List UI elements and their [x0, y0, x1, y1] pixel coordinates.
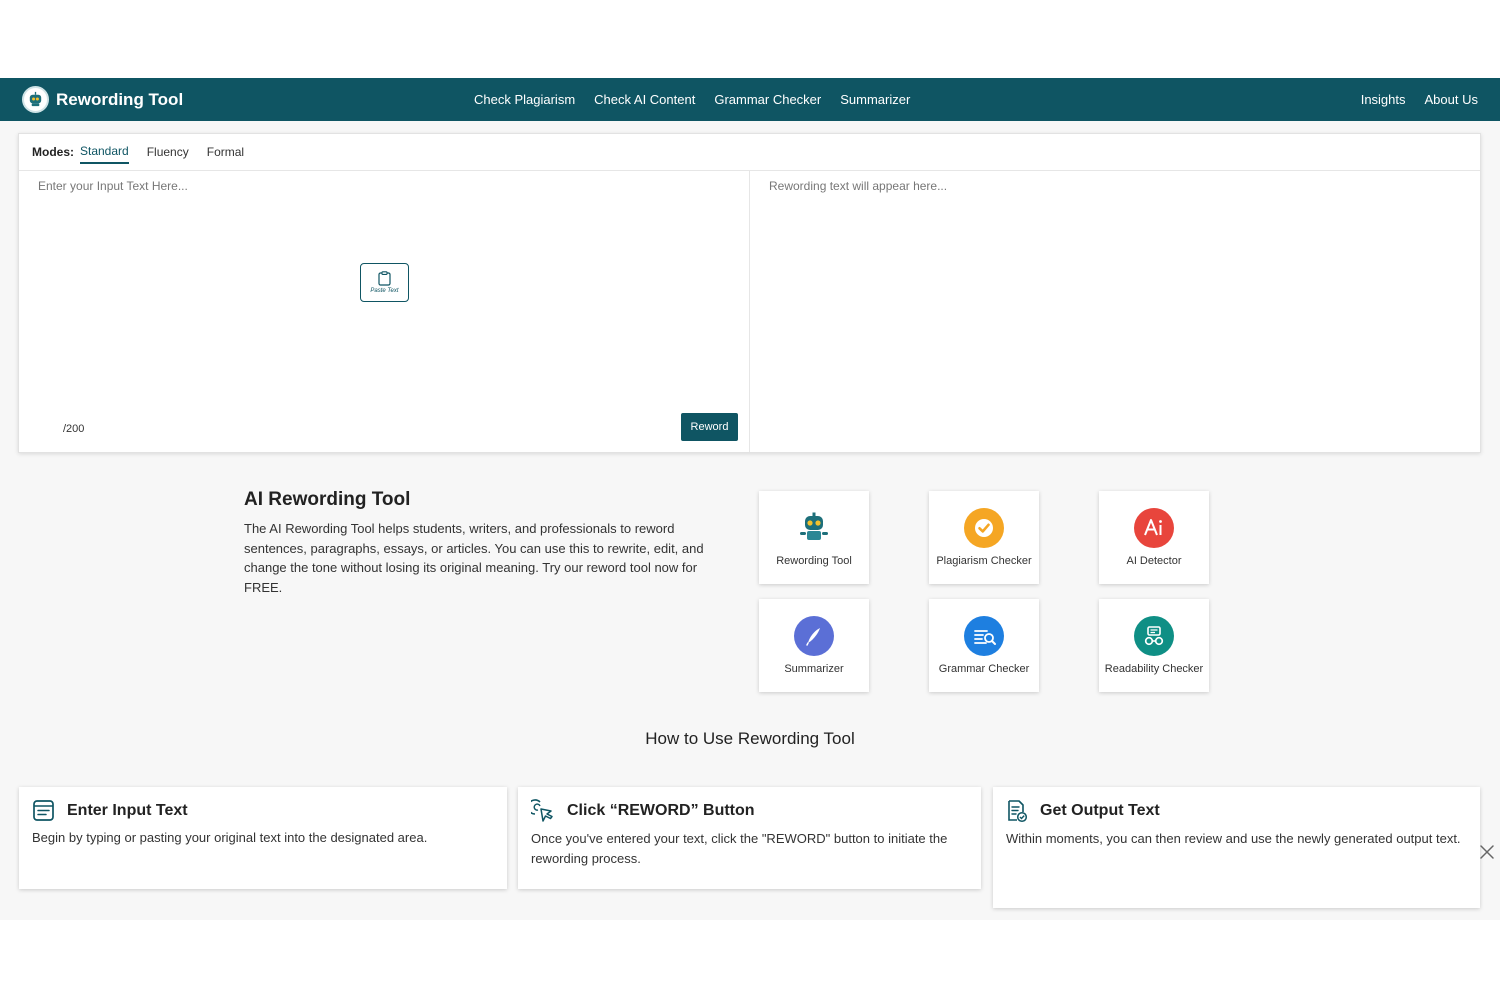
paste-text-label: Paste Text	[370, 288, 399, 294]
nav-check-ai-content[interactable]: Check AI Content	[594, 92, 695, 107]
nav-insights[interactable]: Insights	[1361, 92, 1406, 107]
robot-logo-icon	[22, 86, 49, 113]
word-counter: /200	[63, 423, 85, 435]
step-title: Click “REWORD” Button	[567, 802, 755, 819]
ai-icon	[1134, 508, 1174, 548]
tool-card-summarizer[interactable]: Summarizer	[759, 599, 869, 692]
tool-label: Grammar Checker	[938, 663, 1030, 675]
step-card-click-reword: Click “REWORD” Button Once you've entere…	[518, 787, 981, 889]
grammar-search-icon	[964, 616, 1004, 656]
brand[interactable]: Rewording Tool	[22, 86, 183, 113]
modes-bar: Modes: Standard Fluency Formal	[19, 134, 1480, 171]
nav-check-plagiarism[interactable]: Check Plagiarism	[474, 92, 575, 107]
step-card-enter-input: Enter Input Text Begin by typing or past…	[19, 787, 507, 889]
main-nav: Check Plagiarism Check AI Content Gramma…	[474, 78, 910, 121]
nav-about-us[interactable]: About Us	[1425, 92, 1478, 107]
tool-label: Readability Checker	[1104, 663, 1204, 675]
clipboard-icon	[378, 271, 391, 286]
output-pane: Rewording text will appear here...	[750, 171, 1480, 452]
step-text: Once you've entered your text, click the…	[531, 831, 948, 866]
tool-label: Rewording Tool	[776, 555, 852, 567]
about-title: AI Rewording Tool	[244, 489, 411, 510]
step-text: Begin by typing or pasting your original…	[32, 830, 428, 845]
tool-card-readability[interactable]: Readability Checker	[1099, 599, 1209, 692]
tool-label: Plagiarism Checker	[936, 555, 1032, 567]
mode-fluency[interactable]: Fluency	[147, 141, 189, 163]
reword-button[interactable]: Reword	[681, 413, 738, 441]
mode-standard[interactable]: Standard	[80, 140, 129, 164]
about-text: The AI Rewording Tool helps students, wr…	[244, 521, 704, 595]
check-badge-icon	[964, 508, 1004, 548]
tool-card-grammar[interactable]: Grammar Checker	[929, 599, 1039, 692]
text-input-icon	[33, 800, 54, 821]
about-section: AI Rewording Tool The AI Rewording Tool …	[244, 489, 734, 597]
document-check-icon	[1008, 800, 1028, 823]
mode-formal[interactable]: Formal	[207, 141, 244, 163]
paste-text-button[interactable]: Paste Text	[360, 263, 409, 302]
secondary-nav: Insights About Us	[1361, 78, 1478, 121]
tool-label: Summarizer	[784, 663, 844, 675]
glasses-icon	[1134, 616, 1174, 656]
top-navbar: Rewording Tool Check Plagiarism Check AI…	[0, 78, 1500, 121]
tool-card-ai-detector[interactable]: AI Detector	[1099, 491, 1209, 584]
output-placeholder: Rewording text will appear here...	[769, 179, 948, 193]
input-pane: Paste Text /200 Reword	[19, 171, 750, 452]
step-card-get-output: Get Output Text Within moments, you can …	[993, 787, 1480, 908]
howto-title: How to Use Rewording Tool	[645, 729, 855, 748]
pen-icon	[794, 616, 834, 656]
tool-card-plagiarism[interactable]: Plagiarism Checker	[929, 491, 1039, 584]
step-title: Get Output Text	[1040, 802, 1160, 819]
close-icon[interactable]	[1478, 843, 1496, 861]
brand-name: Rewording Tool	[56, 89, 184, 109]
modes-label: Modes:	[32, 145, 74, 159]
step-title: Enter Input Text	[67, 801, 188, 819]
cursor-click-icon	[531, 799, 553, 822]
nav-grammar-checker[interactable]: Grammar Checker	[714, 92, 821, 107]
nav-summarizer[interactable]: Summarizer	[840, 92, 910, 107]
rewording-panel: Modes: Standard Fluency Formal Paste Tex…	[18, 133, 1481, 453]
step-text: Within moments, you can then review and …	[1006, 831, 1461, 846]
robot-icon	[794, 508, 834, 548]
tool-card-rewording[interactable]: Rewording Tool	[759, 491, 869, 584]
tool-label: AI Detector	[1126, 555, 1182, 567]
